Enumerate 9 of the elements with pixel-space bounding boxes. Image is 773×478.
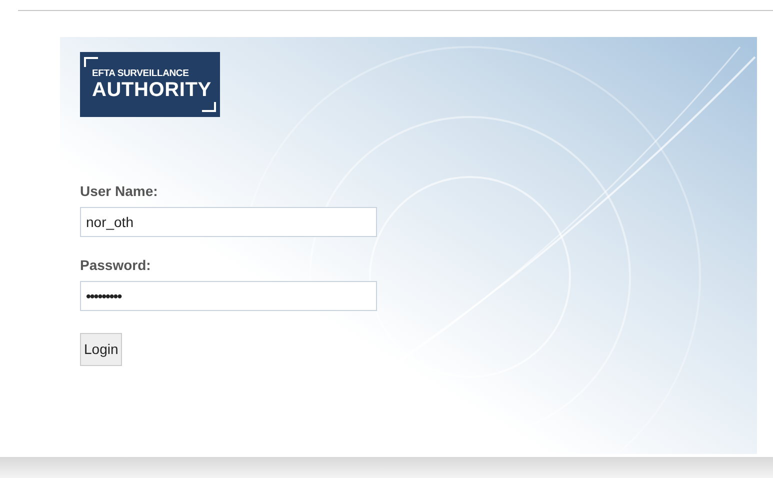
corner-bracket-icon (84, 57, 98, 67)
logo-text: AUTHORITY (92, 79, 212, 101)
login-button[interactable]: Login (80, 333, 122, 366)
username-field[interactable]: nor_oth (80, 207, 377, 237)
field-label: Password: (80, 256, 152, 275)
corner-bracket-icon (202, 102, 216, 112)
logo-text: EFTA SURVEILLANCE (92, 68, 190, 79)
password-field[interactable]: ••••••••• (80, 281, 377, 311)
field-label: User Name: (80, 182, 159, 201)
